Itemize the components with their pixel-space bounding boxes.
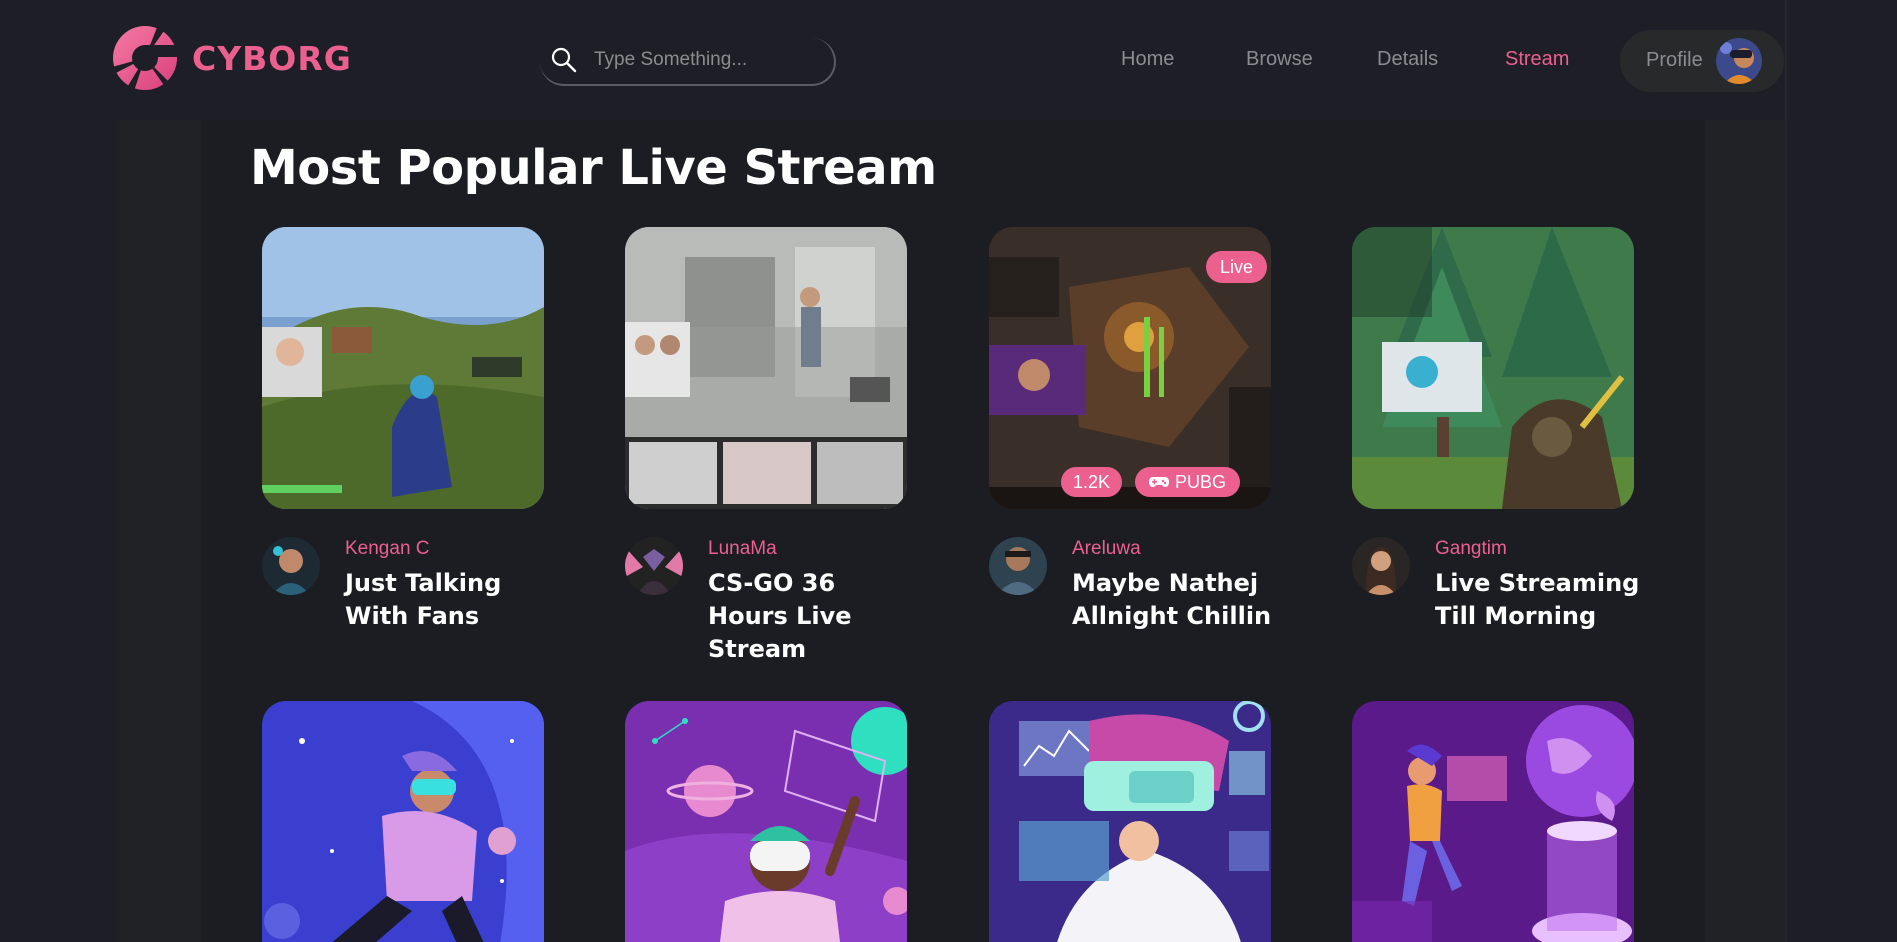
stream-thumbnail[interactable]: Live 1.2K PUBG — [989, 227, 1271, 509]
stream-thumbnail[interactable] — [625, 227, 907, 509]
stream-card[interactable] — [989, 701, 1271, 942]
stream-card[interactable]: Live 1.2K PUBG Areluwa Maybe Nathej Alln… — [989, 227, 1271, 647]
logo-link[interactable]: CYBORG — [112, 24, 352, 92]
section-title: Most Popular Live Stream — [250, 140, 937, 196]
profile-avatar — [1716, 38, 1762, 84]
search-input[interactable] — [592, 42, 826, 78]
author-name[interactable]: Areluwa — [1072, 538, 1141, 560]
stream-title[interactable]: Maybe Nathej Allnight Chillin — [1072, 567, 1282, 633]
search-box — [540, 38, 836, 86]
profile-label: Profile — [1646, 49, 1703, 71]
author-name[interactable]: Kengan C — [345, 538, 430, 560]
game-badge: PUBG — [1135, 467, 1241, 497]
stream-thumbnail[interactable] — [1352, 701, 1634, 942]
stream-thumbnail[interactable] — [625, 701, 907, 942]
search-icon[interactable] — [550, 46, 578, 74]
live-badge: Live — [1205, 251, 1267, 283]
stream-thumbnail[interactable] — [262, 701, 544, 942]
author-avatar[interactable] — [262, 537, 320, 595]
stream-card[interactable]: LunaMa CS-GO 36 Hours Live Stream — [625, 227, 907, 663]
logo-mark-icon — [112, 25, 178, 91]
stream-card[interactable] — [262, 701, 544, 942]
author-avatar[interactable] — [625, 537, 683, 595]
top-header: CYBORG Home Browse Details Stream Profil… — [0, 0, 1785, 120]
author-avatar[interactable] — [989, 537, 1047, 595]
stream-thumbnail[interactable] — [1352, 227, 1634, 509]
nav-stream[interactable]: Stream — [1505, 48, 1569, 71]
divider — [1785, 0, 1787, 942]
stream-thumbnail[interactable] — [262, 227, 544, 509]
stream-thumbnail[interactable] — [989, 701, 1271, 942]
stream-card[interactable]: Kengan C Just Talking With Fans — [262, 227, 544, 647]
stream-title[interactable]: CS-GO 36 Hours Live Stream — [708, 567, 918, 666]
author-name[interactable]: Gangtim — [1435, 538, 1507, 560]
brand-name: CYBORG — [192, 38, 352, 78]
stream-title[interactable]: Live Streaming Till Morning — [1435, 567, 1645, 633]
stream-title[interactable]: Just Talking With Fans — [345, 567, 555, 633]
stream-card[interactable] — [625, 701, 907, 942]
stream-card[interactable]: Gangtim Live Streaming Till Morning — [1352, 227, 1639, 647]
page: CYBORG Home Browse Details Stream Profil… — [0, 0, 1897, 942]
author-name[interactable]: LunaMa — [708, 538, 777, 560]
gamepad-icon — [1149, 477, 1169, 487]
stream-card[interactable] — [1352, 701, 1634, 942]
views-badge: 1.2K — [1061, 467, 1123, 497]
nav-details[interactable]: Details — [1377, 48, 1438, 71]
nav-home[interactable]: Home — [1121, 48, 1174, 71]
game-label: PUBG — [1175, 472, 1227, 492]
author-avatar[interactable] — [1352, 537, 1410, 595]
nav-browse[interactable]: Browse — [1246, 48, 1313, 71]
profile-button[interactable]: Profile — [1620, 30, 1784, 92]
